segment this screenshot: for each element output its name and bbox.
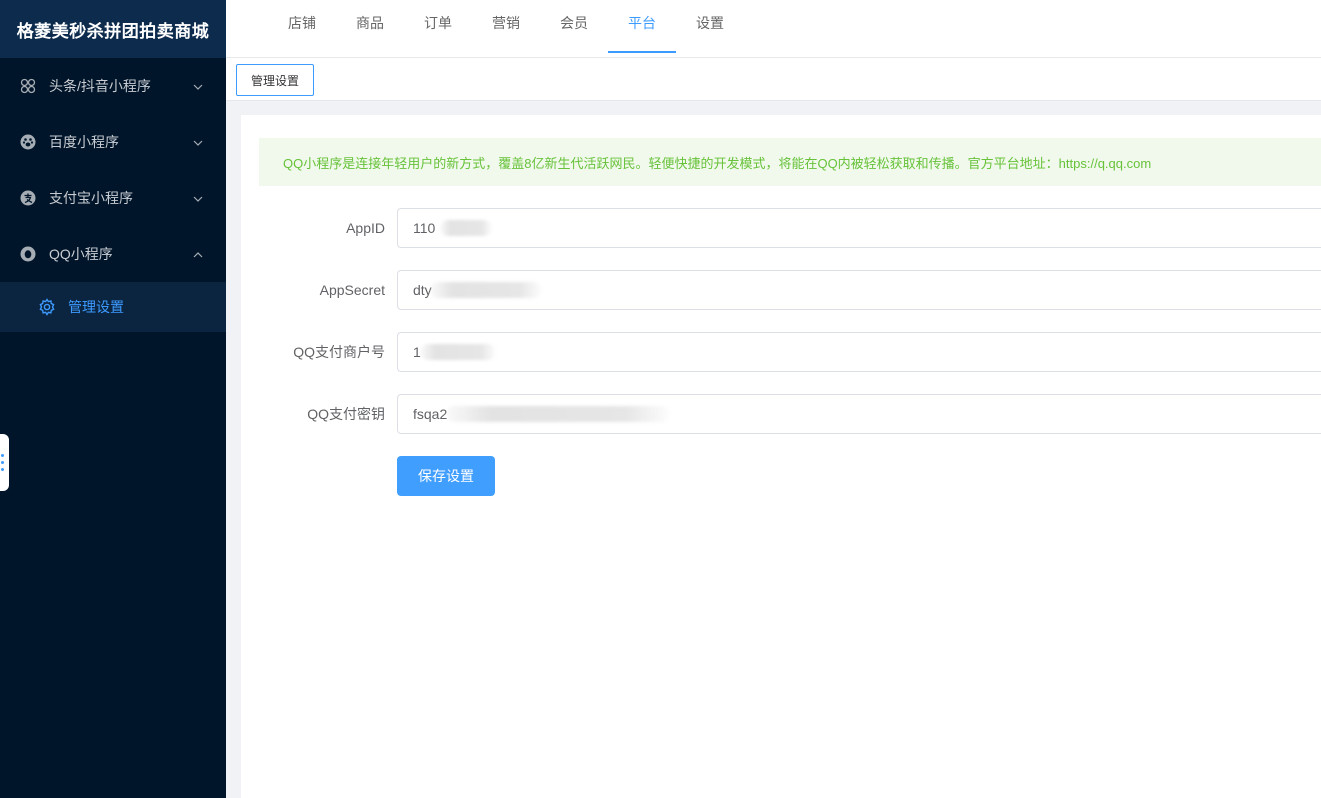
- alipay-icon: [20, 190, 36, 206]
- main-content: QQ小程序是连接年轻用户的新方式，覆盖8亿新生代活跃网民。轻便快捷的开发模式，将…: [241, 115, 1321, 798]
- sidebar: 格菱美秒杀拼团拍卖商城 头条/抖音小程序 百度小程序 支付宝小程序 QQ小程序: [0, 0, 226, 798]
- chevron-down-icon: [192, 80, 204, 92]
- appsecret-label: AppSecret: [319, 282, 385, 298]
- form-row-merchant-id: QQ支付商户号: [241, 332, 1321, 372]
- tab-orders[interactable]: 订单: [412, 0, 464, 53]
- tab-platform[interactable]: 平台: [608, 0, 676, 53]
- grid-circles-icon: [20, 78, 36, 94]
- sidebar-item-label: 支付宝小程序: [49, 190, 133, 206]
- appid-label: AppID: [346, 220, 385, 236]
- sidebar-item-toutiao[interactable]: 头条/抖音小程序: [0, 58, 226, 114]
- tab-store[interactable]: 店铺: [276, 0, 328, 53]
- form-row-pay-key: QQ支付密钥: [241, 394, 1321, 434]
- sub-tab-bar: 管理设置: [226, 58, 1321, 101]
- sidebar-item-label: 百度小程序: [49, 134, 119, 150]
- info-notice: QQ小程序是连接年轻用户的新方式，覆盖8亿新生代活跃网民。轻便快捷的开发模式，将…: [259, 138, 1321, 186]
- sidebar-subitem-label: 管理设置: [68, 299, 124, 315]
- subtab-manage-settings[interactable]: 管理设置: [236, 64, 314, 96]
- gear-icon: [38, 298, 56, 316]
- tab-products[interactable]: 商品: [344, 0, 396, 53]
- pay-key-label: QQ支付密钥: [307, 406, 385, 422]
- top-navigation: 店铺 商品 订单 营销 会员 平台 设置: [226, 0, 1321, 58]
- chevron-down-icon: [192, 192, 204, 204]
- chevron-up-icon: [192, 248, 204, 260]
- save-settings-button[interactable]: 保存设置: [397, 456, 495, 496]
- sidebar-item-alipay[interactable]: 支付宝小程序: [0, 170, 226, 226]
- chevron-down-icon: [192, 136, 204, 148]
- tab-members[interactable]: 会员: [548, 0, 600, 53]
- tab-settings[interactable]: 设置: [684, 0, 736, 53]
- redaction-blur: [430, 282, 542, 298]
- app-title: 格菱美秒杀拼团拍卖商城: [0, 0, 226, 58]
- merchant-id-label: QQ支付商户号: [293, 344, 385, 360]
- redaction-blur: [440, 220, 492, 236]
- tab-marketing[interactable]: 营销: [480, 0, 532, 53]
- sidebar-subitem-settings[interactable]: 管理设置: [0, 282, 226, 332]
- qq-icon: [20, 246, 36, 262]
- redaction-blur: [420, 344, 496, 360]
- paw-icon: [20, 134, 36, 150]
- sidebar-item-qq[interactable]: QQ小程序: [0, 226, 226, 282]
- appid-input[interactable]: [397, 208, 1321, 248]
- form-row-appid: AppID: [241, 208, 1321, 248]
- redaction-blur: [446, 406, 670, 422]
- submenu-qq: 管理设置: [0, 282, 226, 332]
- sidebar-item-label: 头条/抖音小程序: [49, 78, 151, 94]
- form-row-appsecret: AppSecret: [241, 270, 1321, 310]
- sidebar-item-label: QQ小程序: [49, 246, 113, 262]
- sidebar-item-baidu[interactable]: 百度小程序: [0, 114, 226, 170]
- sidebar-collapse-handle[interactable]: [0, 434, 9, 491]
- merchant-id-input[interactable]: [397, 332, 1321, 372]
